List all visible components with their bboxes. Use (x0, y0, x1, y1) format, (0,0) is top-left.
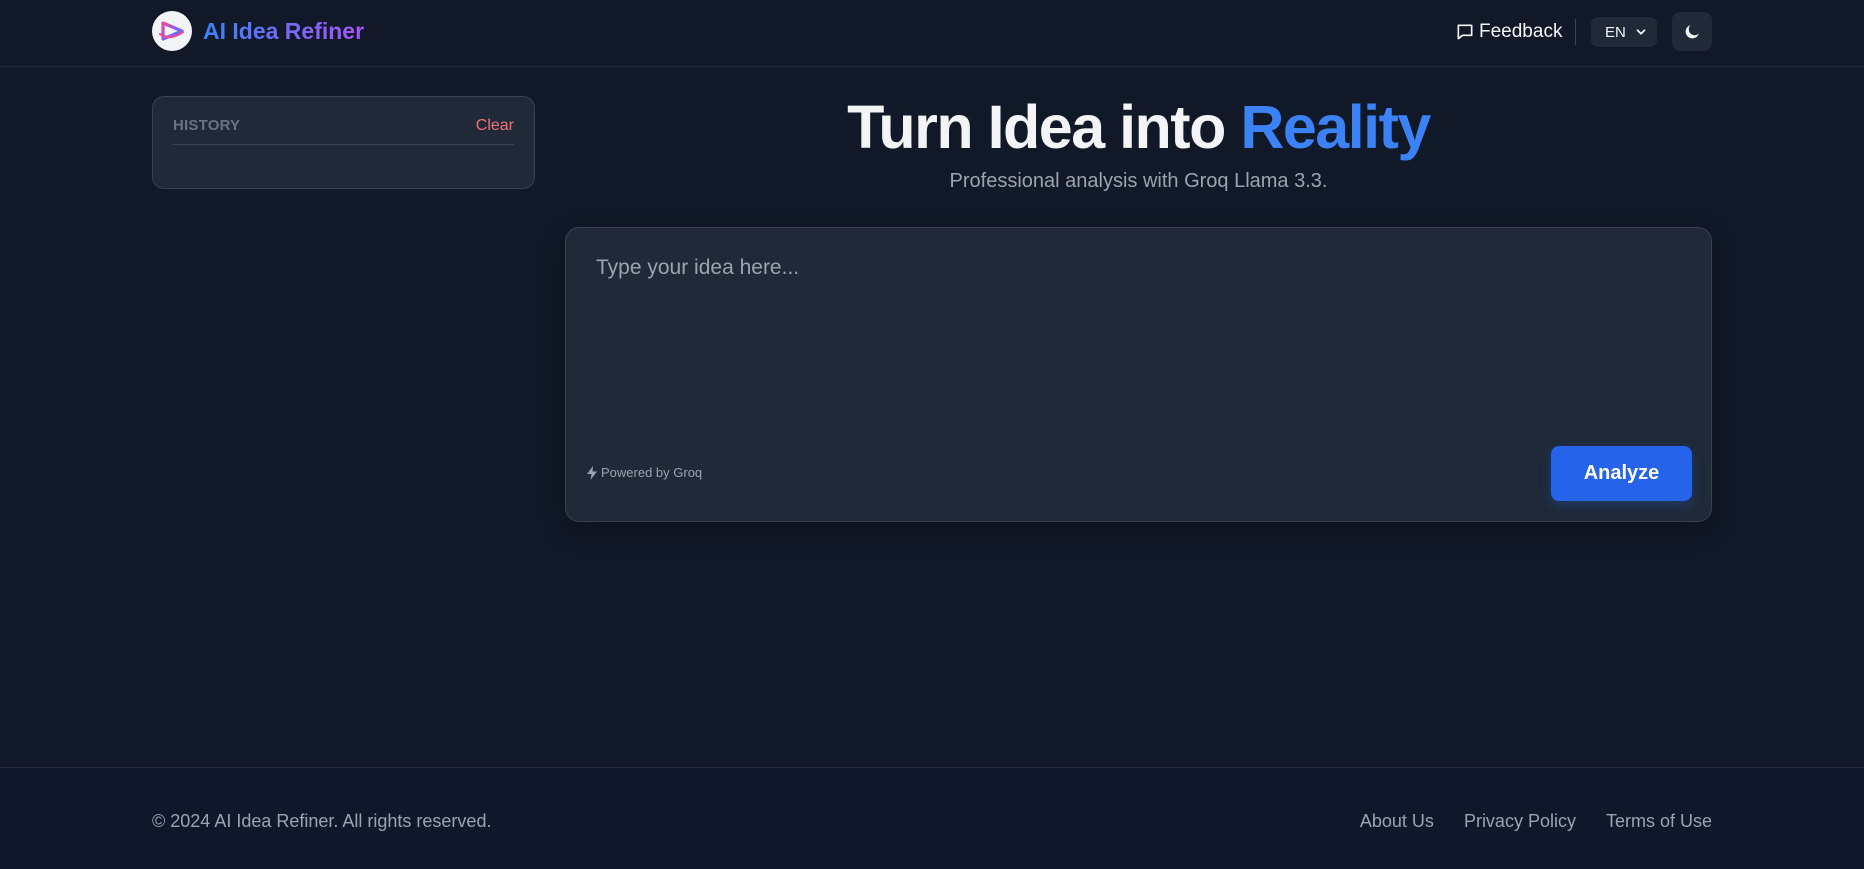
header-divider (1575, 19, 1576, 45)
idea-input-card: Powered by Groq Analyze (565, 227, 1712, 522)
history-header: HISTORY Clear (173, 117, 514, 145)
theme-toggle-button[interactable] (1672, 12, 1712, 51)
title-accent: Reality (1240, 93, 1431, 161)
clear-history-button[interactable]: Clear (476, 117, 514, 144)
message-square-icon (1457, 24, 1473, 40)
feedback-label: Feedback (1479, 21, 1563, 42)
history-title: HISTORY (173, 117, 241, 134)
powered-by-label: Powered by Groq (601, 465, 703, 480)
feedback-button[interactable]: Feedback (1455, 19, 1562, 45)
top-header: AI Idea Refiner Feedback EN (0, 0, 1864, 67)
moon-icon (1685, 25, 1699, 39)
title-main: Turn Idea into (847, 93, 1241, 161)
analyze-button[interactable]: Analyze (1551, 446, 1692, 501)
footer-link-terms[interactable]: Terms of Use (1606, 811, 1712, 832)
footer-link-privacy[interactable]: Privacy Policy (1464, 811, 1576, 832)
language-select[interactable]: EN (1591, 17, 1657, 47)
language-selected: EN (1605, 23, 1626, 41)
lightning-icon (587, 465, 597, 480)
footer-link-about[interactable]: About Us (1360, 811, 1434, 832)
play-logo-icon (152, 11, 192, 51)
page-subtitle: Professional analysis with Groq Llama 3.… (949, 170, 1328, 192)
brand-title: AI Idea Refiner (203, 17, 365, 44)
page-title: Turn Idea into Reality (565, 92, 1712, 162)
chevron-down-icon (1636, 29, 1646, 35)
idea-input[interactable] (586, 248, 1691, 438)
brand[interactable]: AI Idea Refiner (152, 11, 364, 51)
footer-links: About Us Privacy Policy Terms of Use (1330, 811, 1712, 832)
footer: © 2024 AI Idea Refiner. All rights reser… (0, 767, 1864, 869)
app-page: AI Idea Refiner Feedback EN HISTORY Clea… (0, 0, 1864, 869)
copyright: © 2024 AI Idea Refiner. All rights reser… (152, 811, 492, 831)
history-panel: HISTORY Clear (152, 96, 535, 189)
powered-by: Powered by Groq (586, 465, 702, 480)
